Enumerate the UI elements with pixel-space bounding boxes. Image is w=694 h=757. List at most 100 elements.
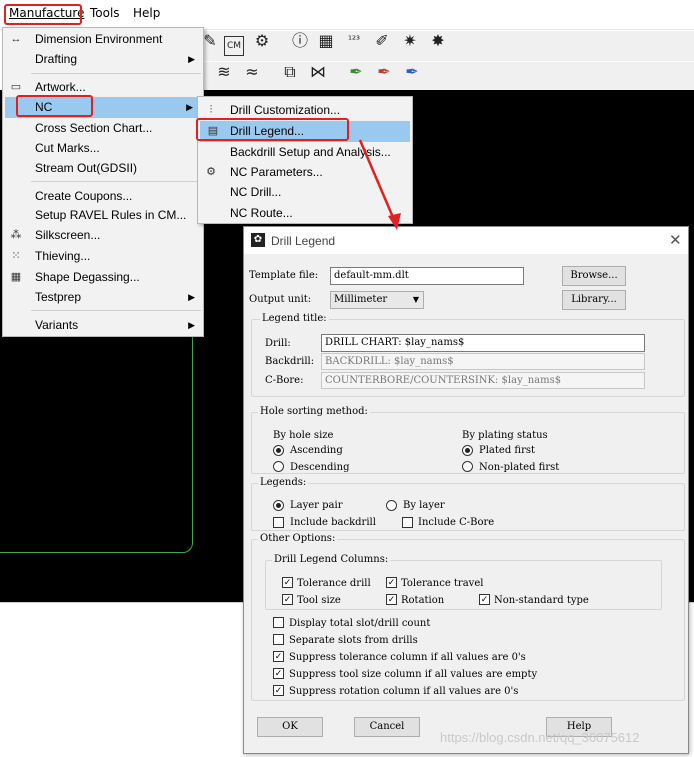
non-standard-type-checkbox[interactable]: ✓	[479, 594, 490, 605]
include-cbore-label: Include C-Bore	[418, 517, 495, 528]
close-icon[interactable]: ✕	[669, 231, 682, 249]
ascending-label: Ascending	[290, 445, 343, 456]
menu-item-shape-degassing[interactable]: ▦ Shape Degassing...	[3, 267, 203, 287]
grid-icon[interactable]: ▦	[316, 31, 336, 51]
sparkle-off-icon[interactable]: ✸	[428, 31, 448, 51]
pen-settings-icon[interactable]: ✒	[402, 62, 422, 82]
non-plated-first-radio[interactable]	[462, 461, 473, 472]
highlight-box-drill-legend	[196, 118, 349, 141]
dialog-title: Drill Legend	[271, 234, 336, 248]
cancel-button[interactable]: Cancel	[354, 717, 420, 737]
legends-group-label: Legends:	[258, 477, 309, 488]
template-file-label: Template file:	[249, 270, 319, 281]
hole-sorting-group-label: Hole sorting method:	[258, 406, 370, 417]
toolbar-row-1: ✎ CM ⚙ ⓘ ▦ ¹²³ ✐ ✷ ✸	[200, 31, 694, 61]
highlight-box-manufacture	[4, 4, 82, 25]
menu-item-create-coupons[interactable]: Create Coupons...	[3, 186, 203, 206]
drill-legend-columns-label: Drill Legend Columns:	[272, 554, 391, 565]
toolbar-row-2: ≋ ≈ ⧉ ⋈ ✒ ✒ ✒	[200, 62, 694, 90]
tolerance-travel-checkbox[interactable]: ✓	[386, 577, 397, 588]
silkscreen-icon: ⁂	[10, 229, 22, 241]
menu-item-stream-out[interactable]: Stream Out(GDSII)	[3, 158, 203, 178]
wave-z-icon[interactable]: ≈	[242, 62, 262, 82]
menu-item-cross-section-chart[interactable]: Cross Section Chart...	[3, 118, 203, 138]
backdrill-title-input[interactable]: BACKDRILL: $lay_nams$	[321, 353, 645, 370]
suppress-tolerance-checkbox[interactable]: ✓	[273, 651, 284, 662]
include-backdrill-label: Include backdrill	[290, 517, 376, 528]
backdrill-label: Backdrill:	[265, 356, 315, 367]
drill-title-input[interactable]: DRILL CHART: $lay_nams$	[321, 334, 645, 352]
by-hole-size-label: By hole size	[273, 430, 334, 441]
menu-item-setup-ravel[interactable]: Setup RAVEL Rules in CM...	[3, 205, 203, 225]
browse-button[interactable]: Browse...	[562, 266, 626, 286]
display-total-label: Display total slot/drill count	[289, 618, 431, 629]
menu-item-nc-drill[interactable]: NC Drill...	[198, 182, 412, 202]
nc-submenu: ⫶ Drill Customization... ▤ Drill Legend...…	[197, 96, 413, 224]
suppress-tool-size-checkbox[interactable]: ✓	[273, 668, 284, 679]
display-total-checkbox[interactable]	[273, 617, 284, 628]
pen-add-icon[interactable]: ✒	[346, 62, 366, 82]
menu-item-testprep[interactable]: Testprep ▶	[3, 287, 203, 307]
wave-check-icon[interactable]: ≋	[214, 62, 234, 82]
non-plated-first-label: Non-plated first	[479, 462, 560, 473]
pen-remove-icon[interactable]: ✒	[374, 62, 394, 82]
other-options-group-label: Other Options:	[258, 533, 338, 544]
dialog-titlebar: ✿ Drill Legend ✕	[244, 227, 688, 254]
copy-icon[interactable]: ⧉	[280, 62, 300, 82]
tolerance-drill-checkbox[interactable]: ✓	[282, 577, 293, 588]
menu-item-dimension-environment[interactable]: ↔ Dimension Environment	[3, 29, 203, 49]
brush-icon[interactable]: ✐	[372, 31, 392, 51]
ok-button[interactable]: OK	[257, 717, 323, 737]
descending-radio[interactable]	[273, 461, 284, 472]
plated-first-radio[interactable]	[462, 445, 473, 456]
layer-pair-radio[interactable]	[273, 500, 284, 511]
cbore-title-input[interactable]: COUNTERBORE/COUNTERSINK: $lay_nams$	[321, 372, 645, 389]
measure-icon[interactable]: ¹²³	[344, 31, 364, 51]
menu-item-thieving[interactable]: ⁙ Thieving...	[3, 246, 203, 266]
legend-title-group-label: Legend title:	[260, 313, 329, 324]
template-file-input[interactable]: default-mm.dlt	[330, 267, 524, 285]
dimension-icon: ↔	[10, 33, 22, 45]
menu-item-drill-customization[interactable]: ⫶ Drill Customization...	[198, 100, 412, 120]
sparkle-icon[interactable]: ✷	[400, 31, 420, 51]
chevron-down-icon: ▼	[412, 295, 419, 304]
ascending-radio[interactable]	[273, 445, 284, 456]
rotation-label: Rotation	[401, 595, 445, 606]
bowtie-icon[interactable]: ⋈	[308, 62, 328, 82]
menu-item-variants[interactable]: Variants ▶	[3, 315, 203, 335]
menu-item-artwork[interactable]: ▭ Artwork...	[3, 77, 203, 97]
drill-label: Drill:	[265, 338, 291, 349]
submenu-arrow-icon: ▶	[188, 54, 195, 64]
menu-item-silkscreen[interactable]: ⁂ Silkscreen...	[3, 225, 203, 245]
include-cbore-checkbox[interactable]	[402, 517, 413, 528]
drill-legend-dialog: ✿ Drill Legend ✕ Template file: default-…	[243, 226, 689, 754]
non-standard-type-label: Non-standard type	[494, 595, 589, 606]
suppress-rotation-checkbox[interactable]: ✓	[273, 685, 284, 696]
menu-tools[interactable]: Tools	[90, 6, 120, 20]
shape-degassing-icon: ▦	[10, 271, 22, 283]
rotation-checkbox[interactable]: ✓	[386, 594, 397, 605]
include-backdrill-checkbox[interactable]	[273, 517, 284, 528]
info-icon[interactable]: ⓘ	[290, 31, 310, 51]
menu-item-nc-route[interactable]: NC Route...	[198, 203, 412, 223]
artwork-icon: ▭	[10, 81, 22, 93]
menubar: Manufacture Tools Help	[0, 0, 694, 30]
by-plating-status-label: By plating status	[462, 430, 548, 441]
menu-item-nc-parameters[interactable]: ⚙ NC Parameters...	[198, 162, 412, 182]
menu-item-cut-marks[interactable]: Cut Marks...	[3, 138, 203, 158]
tool-size-label: Tool size	[297, 595, 341, 606]
settings-doc-icon[interactable]: ⚙	[252, 31, 272, 51]
cm-icon[interactable]: CM	[224, 36, 244, 56]
output-unit-select[interactable]: Millimeter ▼	[330, 291, 424, 309]
menu-item-drafting[interactable]: Drafting ▶	[3, 49, 203, 69]
menu-item-backdrill-setup[interactable]: Backdrill Setup and Analysis...	[198, 142, 412, 162]
by-layer-radio[interactable]	[386, 500, 397, 511]
watermark-text: https://blog.csdn.net/qq_36075612	[440, 730, 640, 745]
menu-help[interactable]: Help	[133, 6, 160, 20]
separate-slots-label: Separate slots from drills	[289, 635, 418, 646]
by-layer-label: By layer	[403, 500, 445, 511]
drill-customization-icon: ⫶	[209, 104, 213, 116]
separate-slots-checkbox[interactable]	[273, 634, 284, 645]
library-button[interactable]: Library...	[562, 290, 626, 310]
tool-size-checkbox[interactable]: ✓	[282, 594, 293, 605]
